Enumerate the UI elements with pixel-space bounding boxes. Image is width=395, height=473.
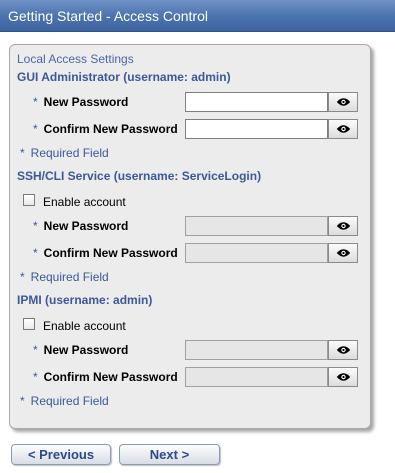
title-bar: Getting Started - Access Control: [0, 0, 395, 32]
eye-icon: [336, 125, 350, 133]
eye-icon: [336, 249, 350, 257]
label-text: Confirm New Password: [43, 122, 178, 136]
note-text: Required Field: [30, 270, 109, 284]
required-star: *: [33, 370, 38, 384]
ipmi-confirm-password-label: * Confirm New Password: [33, 370, 178, 384]
gui-confirm-password-label: * Confirm New Password: [33, 122, 178, 136]
ssh-required-note: * Required Field: [20, 270, 109, 284]
ssh-service-title: SSH/CLI Service (username: ServiceLogin): [17, 169, 262, 183]
ipmi-title: IPMI (username: admin): [17, 293, 153, 307]
next-button[interactable]: Next >: [119, 444, 220, 465]
required-star: *: [33, 219, 38, 233]
eye-icon: [336, 346, 350, 354]
ipmi-enable-label[interactable]: Enable account: [43, 319, 126, 333]
gui-required-note: * Required Field: [20, 146, 109, 160]
ipmi-new-password-field[interactable]: [185, 340, 328, 360]
note-text: Required Field: [30, 146, 109, 160]
ipmi-enable-checkbox[interactable]: [23, 318, 35, 330]
gui-confirm-password-field[interactable]: [185, 119, 328, 139]
ipmi-confirm-password-reveal-button[interactable]: [328, 367, 358, 387]
required-star: *: [33, 122, 38, 136]
required-star: *: [20, 270, 25, 284]
label-text: New Password: [43, 343, 129, 357]
required-star: *: [20, 146, 25, 160]
ssh-confirm-password-field[interactable]: [185, 243, 328, 263]
eye-icon: [336, 98, 350, 106]
ssh-confirm-password-label: * Confirm New Password: [33, 246, 178, 260]
label-text: Confirm New Password: [43, 370, 178, 384]
ipmi-required-note: * Required Field: [20, 394, 109, 408]
gui-new-password-field[interactable]: [185, 92, 328, 112]
required-star: *: [33, 246, 38, 260]
previous-button[interactable]: < Previous: [11, 444, 111, 465]
required-star: *: [33, 343, 38, 357]
required-star: *: [33, 95, 38, 109]
eye-icon: [336, 373, 350, 381]
ssh-enable-label[interactable]: Enable account: [43, 195, 126, 209]
ssh-confirm-password-reveal-button[interactable]: [328, 243, 358, 263]
ssh-enable-checkbox[interactable]: [23, 194, 35, 206]
page-title: Getting Started - Access Control: [8, 8, 208, 24]
label-text: New Password: [43, 95, 129, 109]
gui-new-password-label: * New Password: [33, 95, 128, 109]
gui-confirm-password-reveal-button[interactable]: [328, 119, 358, 139]
eye-icon: [336, 222, 350, 230]
ssh-new-password-reveal-button[interactable]: [328, 216, 358, 236]
ssh-new-password-label: * New Password: [33, 219, 128, 233]
ssh-new-password-field[interactable]: [185, 216, 328, 236]
ipmi-new-password-reveal-button[interactable]: [328, 340, 358, 360]
ipmi-confirm-password-field[interactable]: [185, 367, 328, 387]
section-caption: Local Access Settings: [17, 52, 134, 66]
ipmi-new-password-label: * New Password: [33, 343, 128, 357]
label-text: New Password: [43, 219, 129, 233]
note-text: Required Field: [30, 394, 109, 408]
label-text: Confirm New Password: [43, 246, 178, 260]
gui-new-password-reveal-button[interactable]: [328, 92, 358, 112]
required-star: *: [20, 394, 25, 408]
gui-admin-title: GUI Administrator (username: admin): [17, 70, 231, 84]
